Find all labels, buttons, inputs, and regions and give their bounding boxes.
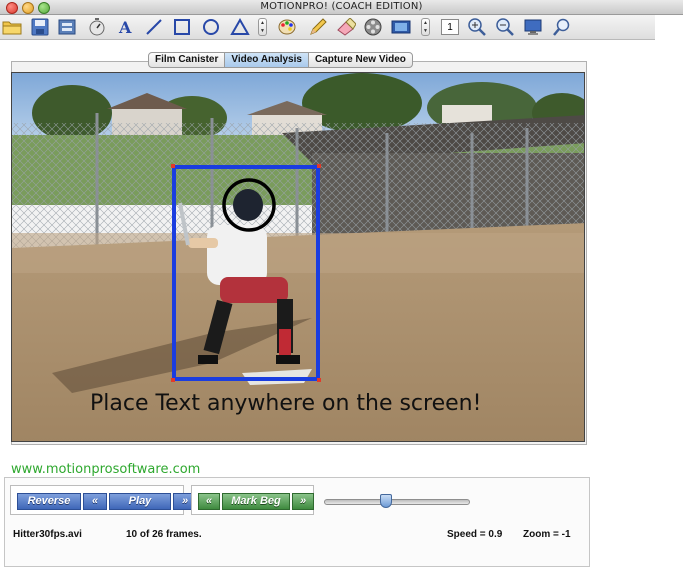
folder-icon[interactable]	[1, 17, 23, 37]
rectangle-tool-icon[interactable]	[171, 17, 193, 37]
mark-button-group: « Mark Beg »	[191, 485, 314, 515]
save-icon[interactable]	[29, 17, 51, 37]
triangle-tool-icon[interactable]	[229, 17, 251, 37]
tab-capture-new-video[interactable]: Capture New Video	[309, 53, 412, 67]
frame-stepper[interactable]: ▲ ▼	[421, 18, 430, 36]
circle-tool-icon[interactable]	[200, 17, 222, 37]
video-image	[12, 73, 584, 441]
frame-step-field[interactable]: 1	[441, 19, 459, 35]
speed-slider-track[interactable]	[324, 494, 470, 508]
tab-strip: Film Canister Video Analysis Capture New…	[148, 52, 413, 68]
frame-count-label: 10 of 26 frames.	[126, 529, 202, 540]
title-bar: MOTIONPRO! (COACH EDITION)	[0, 0, 683, 15]
video-frame[interactable]: Place Text anywhere on the screen!	[11, 72, 585, 442]
overlay-text-annotation[interactable]: Place Text anywhere on the screen!	[90, 391, 481, 416]
filename-label: Hitter30fps.avi	[13, 529, 82, 540]
play-button-group: Reverse « Play »	[10, 485, 197, 515]
mark-beg-button[interactable]: Mark Beg	[222, 493, 290, 510]
zoom-out-icon[interactable]	[494, 17, 516, 37]
play-button[interactable]: Play	[109, 493, 171, 510]
color-palette-icon[interactable]	[276, 17, 298, 37]
search-icon[interactable]	[551, 17, 573, 37]
line-tool-icon[interactable]	[143, 17, 165, 37]
reel-icon[interactable]	[362, 17, 384, 37]
eraser-icon[interactable]	[335, 17, 357, 37]
text-tool-icon[interactable]: A	[114, 17, 136, 37]
speed-slider-knob[interactable]	[380, 494, 392, 508]
mark-forward-button[interactable]: »	[292, 493, 314, 510]
svg-text:A: A	[118, 18, 132, 36]
tab-film-canister[interactable]: Film Canister	[149, 53, 226, 67]
pencil-icon[interactable]	[307, 17, 329, 37]
reverse-button[interactable]: Reverse	[17, 493, 81, 510]
monitor-icon[interactable]	[522, 17, 544, 37]
speed-label: Speed = 0.9	[447, 529, 503, 540]
film-strip-icon[interactable]	[56, 17, 78, 37]
step-back-button[interactable]: «	[83, 493, 107, 510]
window-title: MOTIONPRO! (COACH EDITION)	[260, 1, 423, 12]
stopwatch-icon[interactable]	[86, 17, 108, 37]
zoom-in-icon[interactable]	[466, 17, 488, 37]
toolbar: A ▲ ▼ ▲ ▼ 1	[0, 15, 655, 40]
mark-back-button[interactable]: «	[198, 493, 220, 510]
line-width-stepper[interactable]: ▲ ▼	[258, 18, 267, 36]
tab-video-analysis[interactable]: Video Analysis	[225, 53, 309, 67]
playback-controls: Reverse « Play » « Mark Beg » Hitter30fp…	[4, 477, 590, 567]
video-clip-icon[interactable]	[390, 17, 412, 37]
website-link[interactable]: www.motionprosoftware.com	[11, 462, 200, 477]
zoom-label: Zoom = -1	[523, 529, 571, 540]
